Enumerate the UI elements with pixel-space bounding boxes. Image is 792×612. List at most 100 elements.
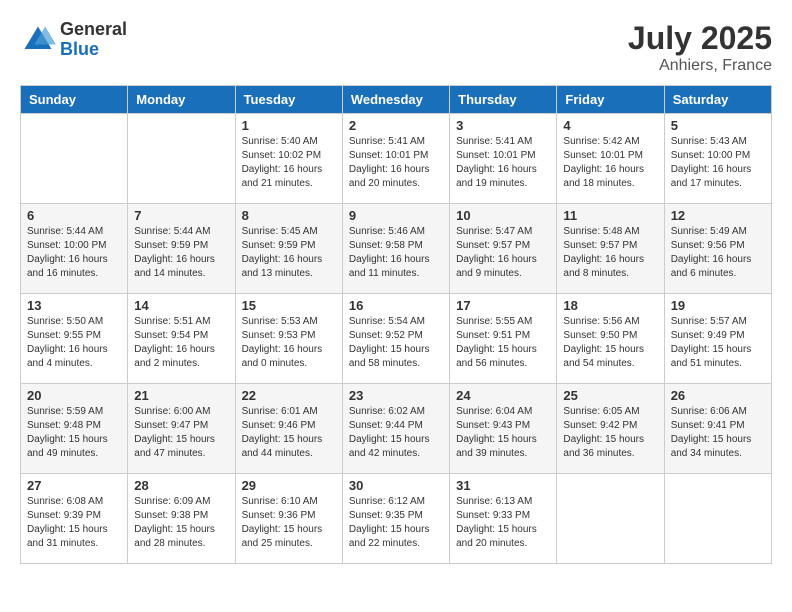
logo: General Blue <box>20 20 127 60</box>
table-row: 3 Sunrise: 5:41 AM Sunset: 10:01 PM Dayli… <box>450 114 557 204</box>
day-info: Sunrise: 6:04 AM Sunset: 9:43 PM Dayligh… <box>456 405 550 461</box>
calendar-week-row: 27 Sunrise: 6:08 AM Sunset: 9:39 PM Dayli… <box>21 474 772 564</box>
day-number: 13 <box>27 298 121 313</box>
day-number: 21 <box>134 388 228 403</box>
table-row: 22 Sunrise: 6:01 AM Sunset: 9:46 PM Dayli… <box>235 384 342 474</box>
day-info: Sunrise: 6:02 AM Sunset: 9:44 PM Dayligh… <box>349 405 443 461</box>
day-number: 3 <box>456 118 550 133</box>
table-row: 18 Sunrise: 5:56 AM Sunset: 9:50 PM Dayli… <box>557 294 664 384</box>
day-number: 6 <box>27 208 121 223</box>
table-row: 28 Sunrise: 6:09 AM Sunset: 9:38 PM Dayli… <box>128 474 235 564</box>
day-number: 31 <box>456 478 550 493</box>
table-row: 21 Sunrise: 6:00 AM Sunset: 9:47 PM Dayli… <box>128 384 235 474</box>
logo-blue: Blue <box>60 40 127 60</box>
day-number: 7 <box>134 208 228 223</box>
day-number: 12 <box>671 208 765 223</box>
day-info: Sunrise: 5:47 AM Sunset: 9:57 PM Dayligh… <box>456 225 550 281</box>
day-info: Sunrise: 6:01 AM Sunset: 9:46 PM Dayligh… <box>242 405 336 461</box>
table-row: 30Sunrise: 6:12 AM Sunset: 9:35 PM Dayli… <box>342 474 449 564</box>
day-number: 24 <box>456 388 550 403</box>
day-info: Sunrise: 5:57 AM Sunset: 9:49 PM Dayligh… <box>671 315 765 371</box>
day-number: 5 <box>671 118 765 133</box>
table-row: 1 Sunrise: 5:40 AM Sunset: 10:02 PM Dayli… <box>235 114 342 204</box>
day-number: 23 <box>349 388 443 403</box>
day-info: Sunrise: 5:41 AM Sunset: 10:01 PM Daylig… <box>349 135 443 191</box>
table-row: 15 Sunrise: 5:53 AM Sunset: 9:53 PM Dayli… <box>235 294 342 384</box>
calendar-week-row: 1 Sunrise: 5:40 AM Sunset: 10:02 PM Dayli… <box>21 114 772 204</box>
day-info: Sunrise: 6:10 AM Sunset: 9:36 PM Dayligh… <box>242 495 336 551</box>
day-info: Sunrise: 6:06 AM Sunset: 9:41 PM Dayligh… <box>671 405 765 461</box>
table-row: 14 Sunrise: 5:51 AM Sunset: 9:54 PM Dayli… <box>128 294 235 384</box>
day-number: 29 <box>242 478 336 493</box>
table-row: 9 Sunrise: 5:46 AM Sunset: 9:58 PM Daylig… <box>342 204 449 294</box>
day-number: 25 <box>563 388 657 403</box>
day-number: 28 <box>134 478 228 493</box>
table-row: 24 Sunrise: 6:04 AM Sunset: 9:43 PM Dayli… <box>450 384 557 474</box>
day-number: 2 <box>349 118 443 133</box>
day-info: Sunrise: 5:44 AM Sunset: 10:00 PM Daylig… <box>27 225 121 281</box>
table-row: 4Sunrise: 5:42 AM Sunset: 10:01 PM Dayli… <box>557 114 664 204</box>
day-info: Sunrise: 5:41 AM Sunset: 10:01 PM Daylig… <box>456 135 550 191</box>
day-number: 22 <box>242 388 336 403</box>
day-info: Sunrise: 5:40 AM Sunset: 10:02 PM Daylig… <box>242 135 336 191</box>
day-info: Sunrise: 5:49 AM Sunset: 9:56 PM Dayligh… <box>671 225 765 281</box>
calendar-week-row: 6 Sunrise: 5:44 AM Sunset: 10:00 PM Dayli… <box>21 204 772 294</box>
table-row: 20Sunrise: 5:59 AM Sunset: 9:48 PM Dayli… <box>21 384 128 474</box>
table-row: 2 Sunrise: 5:41 AM Sunset: 10:01 PM Dayli… <box>342 114 449 204</box>
day-info: Sunrise: 5:45 AM Sunset: 9:59 PM Dayligh… <box>242 225 336 281</box>
month-title: July 2025 <box>628 20 772 57</box>
day-info: Sunrise: 6:12 AM Sunset: 9:35 PM Dayligh… <box>349 495 443 551</box>
header-thursday: Thursday <box>450 86 557 114</box>
day-info: Sunrise: 5:53 AM Sunset: 9:53 PM Dayligh… <box>242 315 336 371</box>
day-info: Sunrise: 5:56 AM Sunset: 9:50 PM Dayligh… <box>563 315 657 371</box>
day-info: Sunrise: 6:00 AM Sunset: 9:47 PM Dayligh… <box>134 405 228 461</box>
table-row <box>21 114 128 204</box>
day-info: Sunrise: 5:46 AM Sunset: 9:58 PM Dayligh… <box>349 225 443 281</box>
location-title: Anhiers, France <box>628 57 772 75</box>
day-number: 16 <box>349 298 443 313</box>
calendar: Sunday Monday Tuesday Wednesday Thursday… <box>20 85 772 564</box>
calendar-header-row: Sunday Monday Tuesday Wednesday Thursday… <box>21 86 772 114</box>
day-number: 15 <box>242 298 336 313</box>
day-info: Sunrise: 6:09 AM Sunset: 9:38 PM Dayligh… <box>134 495 228 551</box>
day-number: 18 <box>563 298 657 313</box>
table-row: 11 Sunrise: 5:48 AM Sunset: 9:57 PM Dayli… <box>557 204 664 294</box>
logo-text: General Blue <box>60 20 127 60</box>
day-number: 1 <box>242 118 336 133</box>
day-number: 17 <box>456 298 550 313</box>
table-row: 12 Sunrise: 5:49 AM Sunset: 9:56 PM Dayli… <box>664 204 771 294</box>
day-number: 20 <box>27 388 121 403</box>
header-sunday: Sunday <box>21 86 128 114</box>
header-tuesday: Tuesday <box>235 86 342 114</box>
day-number: 9 <box>349 208 443 223</box>
table-row: 5 Sunrise: 5:43 AM Sunset: 10:00 PM Dayli… <box>664 114 771 204</box>
day-info: Sunrise: 5:42 AM Sunset: 10:01 PM Daylig… <box>563 135 657 191</box>
table-row: 26 Sunrise: 6:06 AM Sunset: 9:41 PM Dayli… <box>664 384 771 474</box>
calendar-week-row: 20Sunrise: 5:59 AM Sunset: 9:48 PM Dayli… <box>21 384 772 474</box>
day-info: Sunrise: 5:50 AM Sunset: 9:55 PM Dayligh… <box>27 315 121 371</box>
day-number: 10 <box>456 208 550 223</box>
day-info: Sunrise: 6:13 AM Sunset: 9:33 PM Dayligh… <box>456 495 550 551</box>
table-row: 23 Sunrise: 6:02 AM Sunset: 9:44 PM Dayli… <box>342 384 449 474</box>
day-info: Sunrise: 5:51 AM Sunset: 9:54 PM Dayligh… <box>134 315 228 371</box>
page-header: General Blue July 2025 Anhiers, France <box>20 20 772 75</box>
day-number: 27 <box>27 478 121 493</box>
day-number: 26 <box>671 388 765 403</box>
table-row: 25Sunrise: 6:05 AM Sunset: 9:42 PM Dayli… <box>557 384 664 474</box>
day-number: 11 <box>563 208 657 223</box>
calendar-week-row: 13 Sunrise: 5:50 AM Sunset: 9:55 PM Dayli… <box>21 294 772 384</box>
day-info: Sunrise: 5:48 AM Sunset: 9:57 PM Dayligh… <box>563 225 657 281</box>
day-number: 8 <box>242 208 336 223</box>
day-info: Sunrise: 5:54 AM Sunset: 9:52 PM Dayligh… <box>349 315 443 371</box>
table-row: 7 Sunrise: 5:44 AM Sunset: 9:59 PM Daylig… <box>128 204 235 294</box>
day-number: 19 <box>671 298 765 313</box>
logo-general: General <box>60 20 127 40</box>
table-row: 17Sunrise: 5:55 AM Sunset: 9:51 PM Dayli… <box>450 294 557 384</box>
day-info: Sunrise: 5:43 AM Sunset: 10:00 PM Daylig… <box>671 135 765 191</box>
table-row: 29 Sunrise: 6:10 AM Sunset: 9:36 PM Dayli… <box>235 474 342 564</box>
day-number: 14 <box>134 298 228 313</box>
day-info: Sunrise: 5:44 AM Sunset: 9:59 PM Dayligh… <box>134 225 228 281</box>
table-row: 8 Sunrise: 5:45 AM Sunset: 9:59 PM Daylig… <box>235 204 342 294</box>
day-info: Sunrise: 6:08 AM Sunset: 9:39 PM Dayligh… <box>27 495 121 551</box>
header-friday: Friday <box>557 86 664 114</box>
